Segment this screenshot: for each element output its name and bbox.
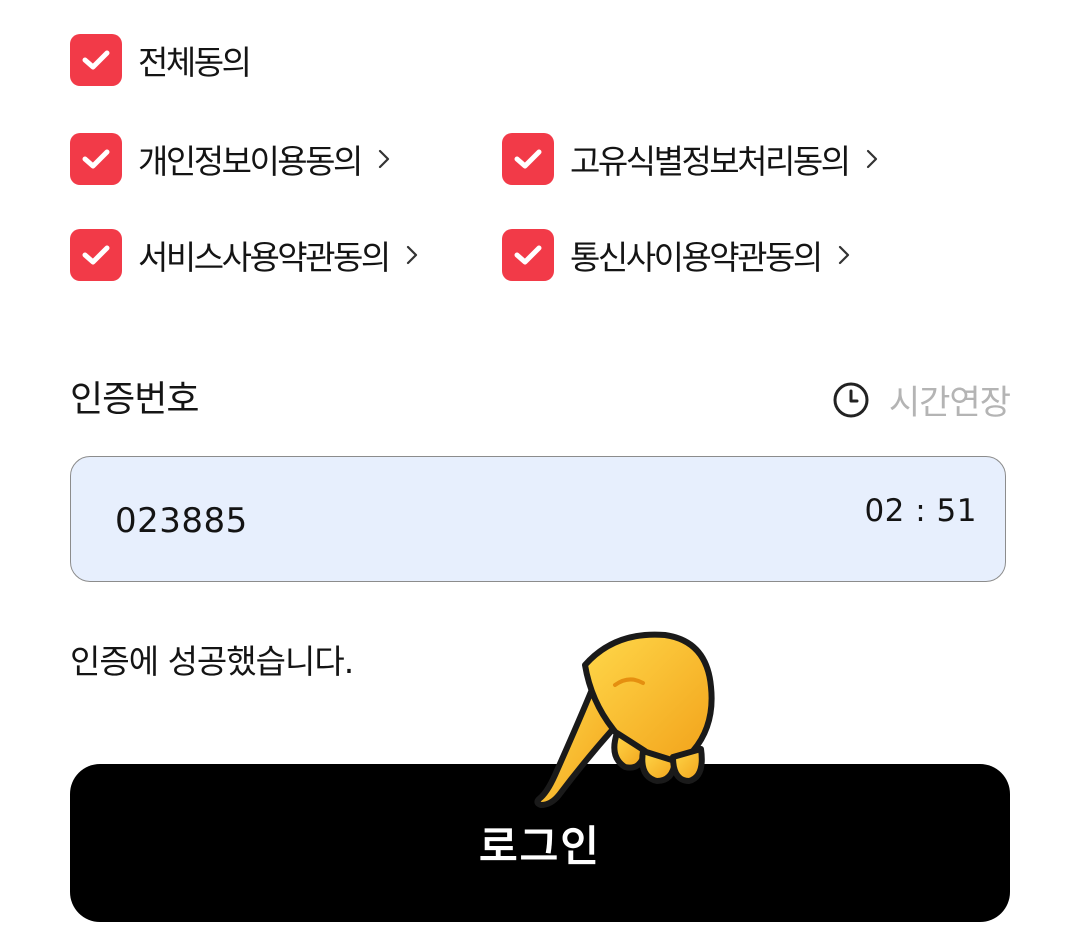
auth-success-message: 인증에 성공했습니다.	[70, 642, 354, 681]
extend-time-label: 시간연장	[888, 383, 1011, 423]
extend-time-button[interactable]: 시간연장	[831, 375, 1011, 424]
check-icon	[82, 149, 110, 169]
agree-unique-id-row[interactable]: 고유식별정보처리동의	[502, 133, 879, 185]
agree-personal-info-row[interactable]: 개인정보이용동의	[70, 133, 391, 185]
agree-unique-id-label: 고유식별정보처리동의	[570, 142, 851, 181]
agree-unique-id-checkbox[interactable]	[502, 133, 554, 185]
check-icon	[514, 149, 542, 169]
login-agreement-screen: 전체동의 개인정보이용동의 고유식별정보처리동의 서비스사용약관동의 통신사이용…	[0, 0, 1080, 929]
agree-personal-info-checkbox[interactable]	[70, 133, 122, 185]
auth-code-input[interactable]: 023885 02 : 51	[70, 456, 1006, 582]
check-icon	[514, 245, 542, 265]
auth-code-value: 023885	[115, 501, 248, 541]
chevron-right-icon[interactable]	[405, 243, 419, 267]
agree-telecom-terms-checkbox[interactable]	[502, 229, 554, 281]
countdown-timer: 02 : 51	[864, 493, 977, 529]
agree-all-checkbox[interactable]	[70, 34, 122, 86]
agree-service-terms-row[interactable]: 서비스사용약관동의	[70, 229, 419, 281]
check-icon	[82, 50, 110, 70]
agree-all-row[interactable]: 전체동의	[70, 34, 252, 86]
login-button-label: 로그인	[479, 821, 601, 871]
auth-code-label: 인증번호	[70, 379, 199, 420]
agree-all-label: 전체동의	[138, 43, 252, 82]
chevron-right-icon[interactable]	[837, 243, 851, 267]
check-icon	[82, 245, 110, 265]
pointing-hand-emoji	[534, 631, 715, 808]
clock-icon	[833, 382, 869, 417]
agree-telecom-terms-row[interactable]: 통신사이용약관동의	[502, 229, 851, 281]
agree-service-terms-label: 서비스사용약관동의	[138, 238, 391, 277]
chevron-right-icon[interactable]	[865, 147, 879, 171]
agree-personal-info-label: 개인정보이용동의	[138, 142, 363, 181]
agree-service-terms-checkbox[interactable]	[70, 229, 122, 281]
chevron-right-icon[interactable]	[377, 147, 391, 171]
agree-telecom-terms-label: 통신사이용약관동의	[570, 238, 823, 277]
